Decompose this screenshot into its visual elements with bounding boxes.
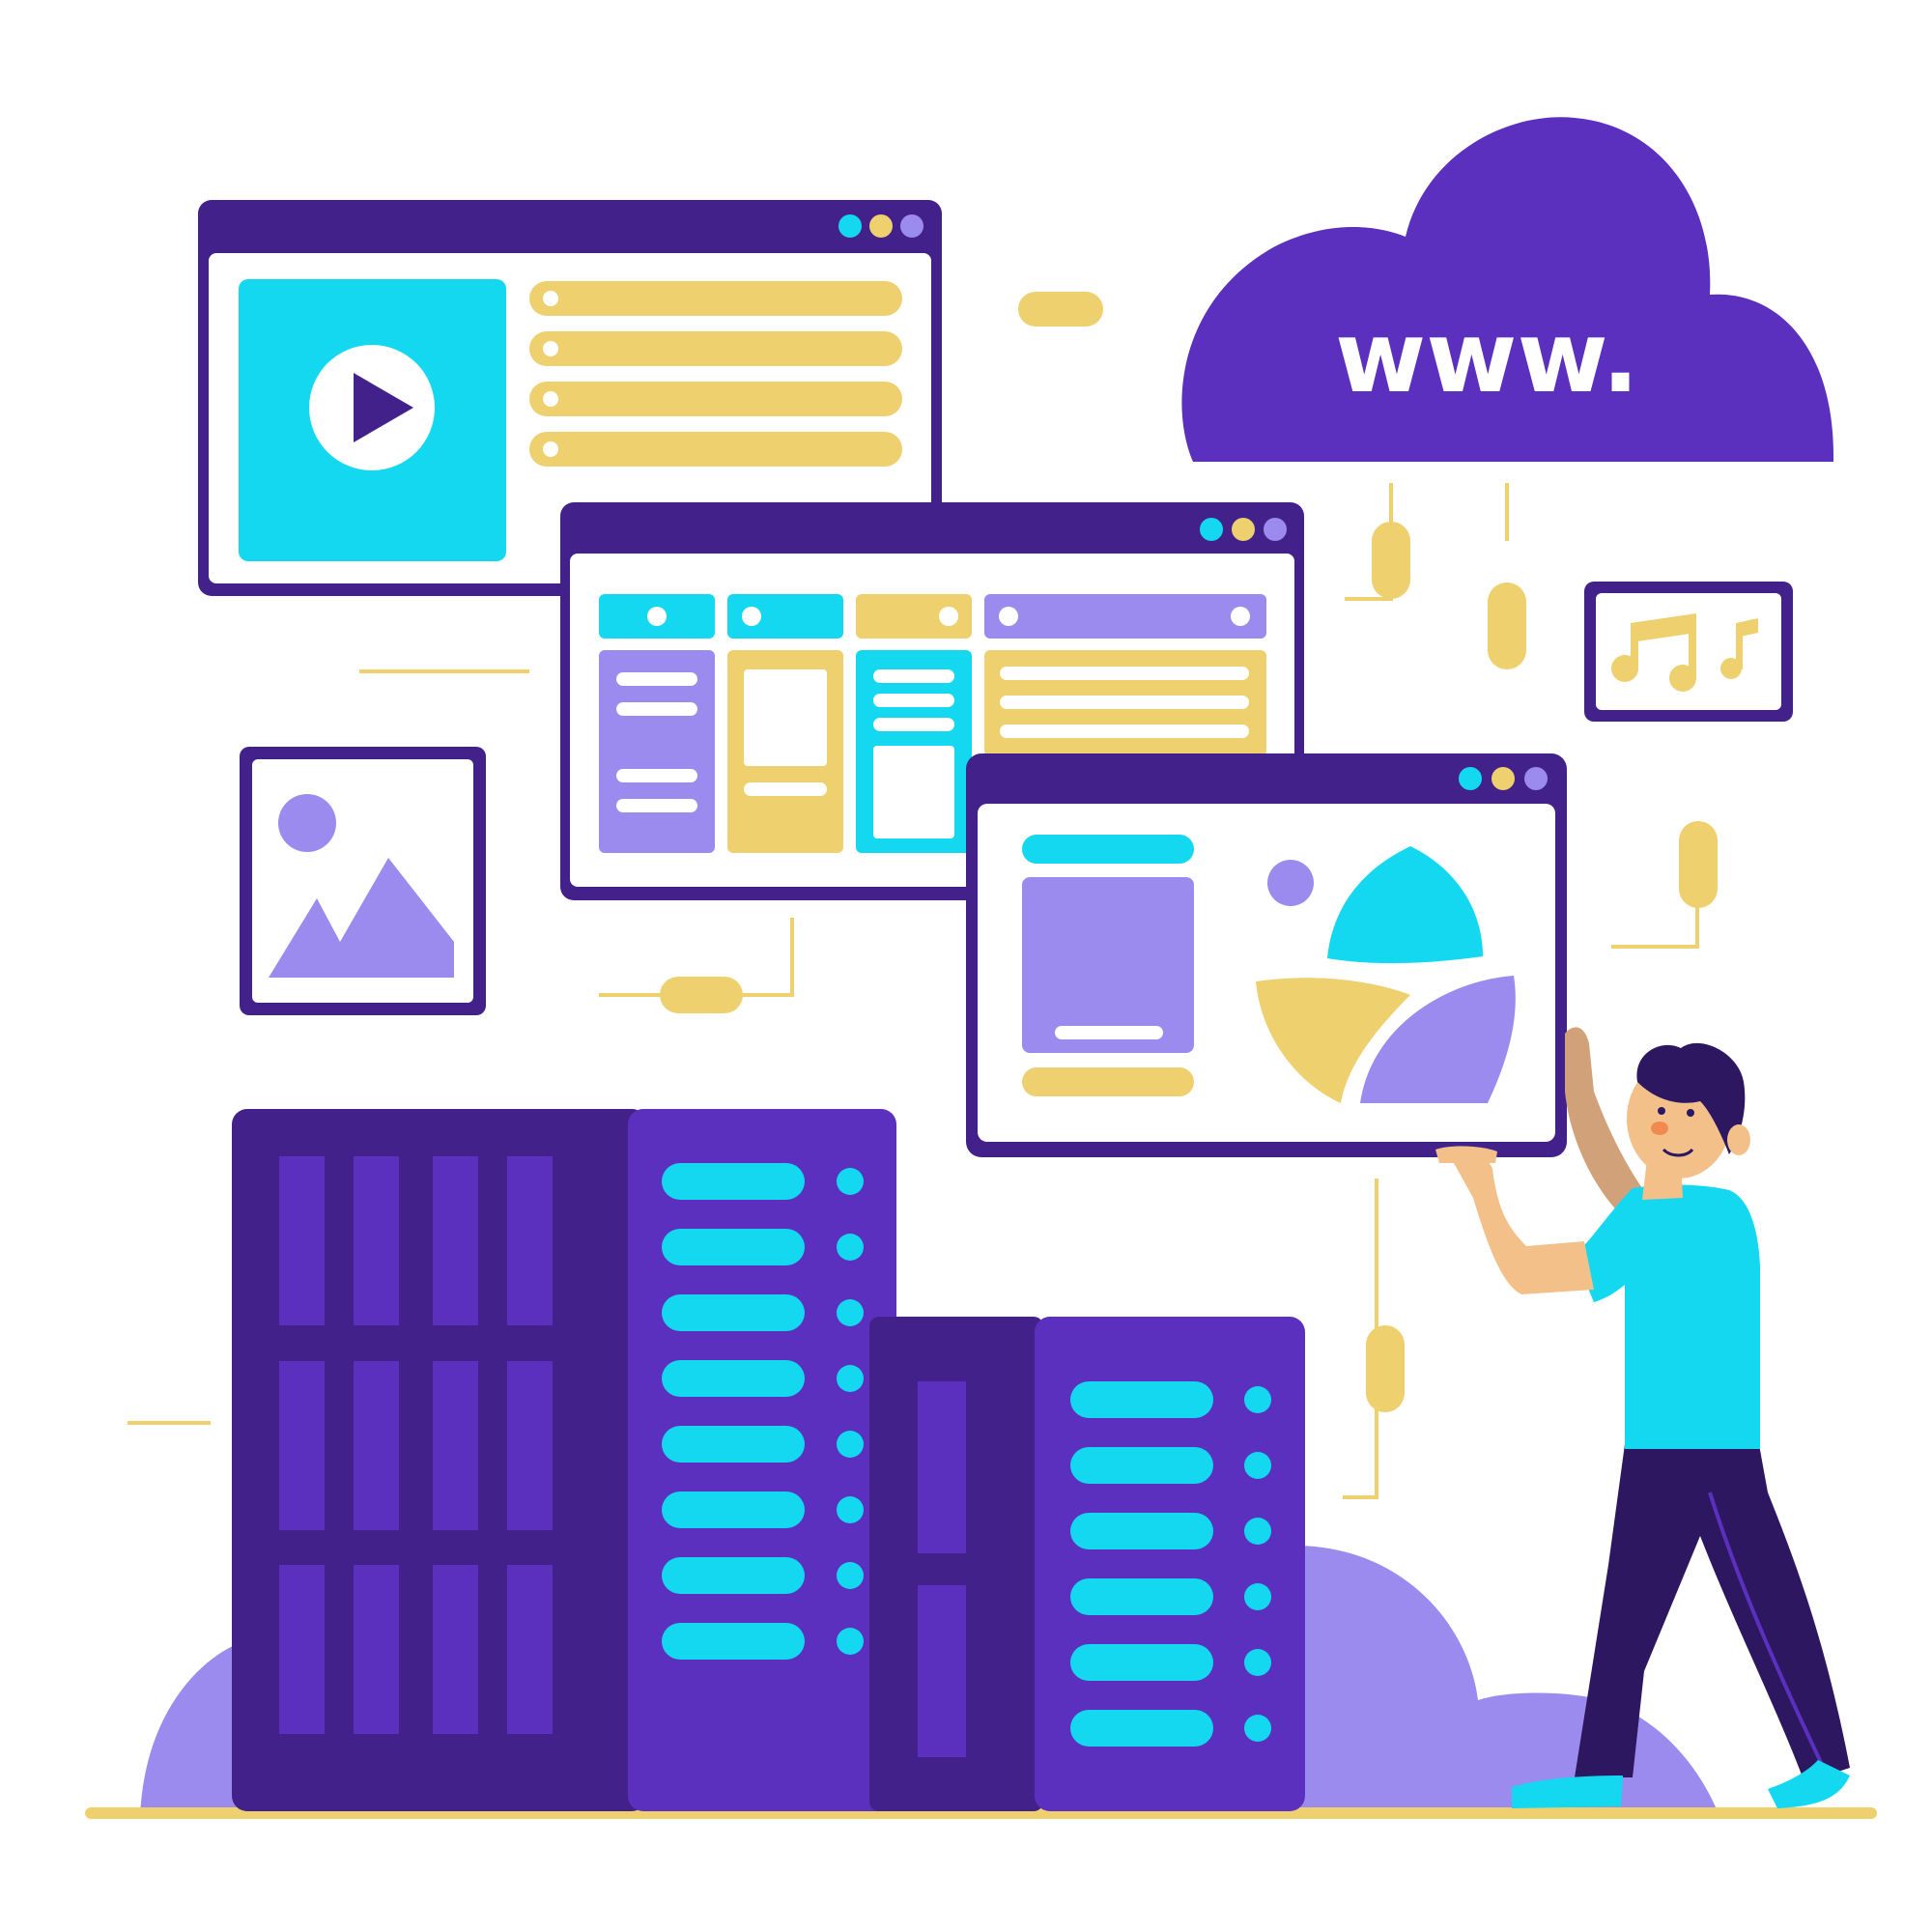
person-eye bbox=[1658, 1107, 1665, 1115]
title-bar-placeholder bbox=[1022, 835, 1194, 864]
server-slot-bar bbox=[1070, 1578, 1213, 1615]
server-slot-bar bbox=[662, 1163, 805, 1200]
server-status-light bbox=[1244, 1583, 1271, 1610]
image-frame bbox=[240, 747, 486, 1015]
www-cloud: www. bbox=[1181, 117, 1834, 463]
window-dot-yellow bbox=[1492, 767, 1515, 790]
server-status-light bbox=[837, 1562, 864, 1589]
server-rack-center bbox=[628, 1109, 896, 1811]
person-head bbox=[1627, 1042, 1750, 1179]
window-dot-cyan bbox=[838, 214, 862, 238]
person-shirt bbox=[1575, 1184, 1760, 1449]
person-eye bbox=[1687, 1109, 1694, 1117]
window-dot-lavender bbox=[900, 214, 923, 238]
cloud-url-text: www. bbox=[1335, 300, 1639, 415]
person-pants bbox=[1575, 1439, 1850, 1782]
server-slot-bar bbox=[1070, 1710, 1213, 1747]
server-slot-bar bbox=[662, 1294, 805, 1331]
server-status-light bbox=[837, 1365, 864, 1392]
window-controls bbox=[838, 214, 923, 238]
server-slot-bar bbox=[662, 1360, 805, 1397]
server-status-light bbox=[1244, 1452, 1271, 1479]
list-item bbox=[529, 281, 902, 316]
server-status-light bbox=[1244, 1715, 1271, 1742]
server-status-light bbox=[1244, 1649, 1271, 1676]
column-header bbox=[984, 594, 1266, 639]
window-dot-cyan bbox=[1200, 518, 1223, 541]
list-item bbox=[529, 331, 902, 366]
server-status-light bbox=[837, 1431, 864, 1458]
server-slot-bar bbox=[1070, 1447, 1213, 1484]
server-slot-bar bbox=[662, 1426, 805, 1463]
server-status-light bbox=[837, 1628, 864, 1655]
list-item bbox=[529, 432, 902, 467]
person-front-arm bbox=[1449, 1152, 1594, 1294]
server-slot-bar bbox=[662, 1623, 805, 1660]
server-slot-bar bbox=[1070, 1513, 1213, 1549]
photo-window bbox=[966, 753, 1567, 1157]
person-nose bbox=[1651, 1122, 1668, 1135]
server-rack-right bbox=[1035, 1317, 1305, 1811]
window-dot-yellow bbox=[1232, 518, 1255, 541]
caption-placeholder bbox=[1022, 1067, 1194, 1096]
window-dot-yellow bbox=[869, 214, 893, 238]
server-status-light bbox=[837, 1496, 864, 1523]
illustration-scene: www. bbox=[85, 117, 1877, 1819]
server-status-light bbox=[837, 1299, 864, 1326]
music-frame bbox=[1584, 582, 1793, 722]
server-slot-bar bbox=[662, 1492, 805, 1528]
server-slot-bar bbox=[1070, 1381, 1213, 1418]
window-dot-lavender bbox=[1264, 518, 1287, 541]
window-controls bbox=[1459, 767, 1548, 790]
server-rack-right-low bbox=[869, 1317, 1043, 1811]
list-item bbox=[529, 382, 902, 416]
server-slot-bar bbox=[662, 1557, 805, 1594]
server-status-light bbox=[1244, 1386, 1271, 1413]
background-blob bbox=[140, 1642, 242, 1816]
server-status-light bbox=[837, 1234, 864, 1261]
window-dot-lavender bbox=[1524, 767, 1548, 790]
server-rack-left-tall bbox=[232, 1109, 647, 1811]
server-slot-bar bbox=[662, 1229, 805, 1265]
play-icon[interactable] bbox=[309, 345, 435, 470]
server-status-light bbox=[837, 1168, 864, 1195]
server-status-light bbox=[1244, 1518, 1271, 1545]
window-dot-cyan bbox=[1459, 767, 1482, 790]
window-controls bbox=[1200, 518, 1287, 541]
server-slot-bar bbox=[1070, 1644, 1213, 1681]
